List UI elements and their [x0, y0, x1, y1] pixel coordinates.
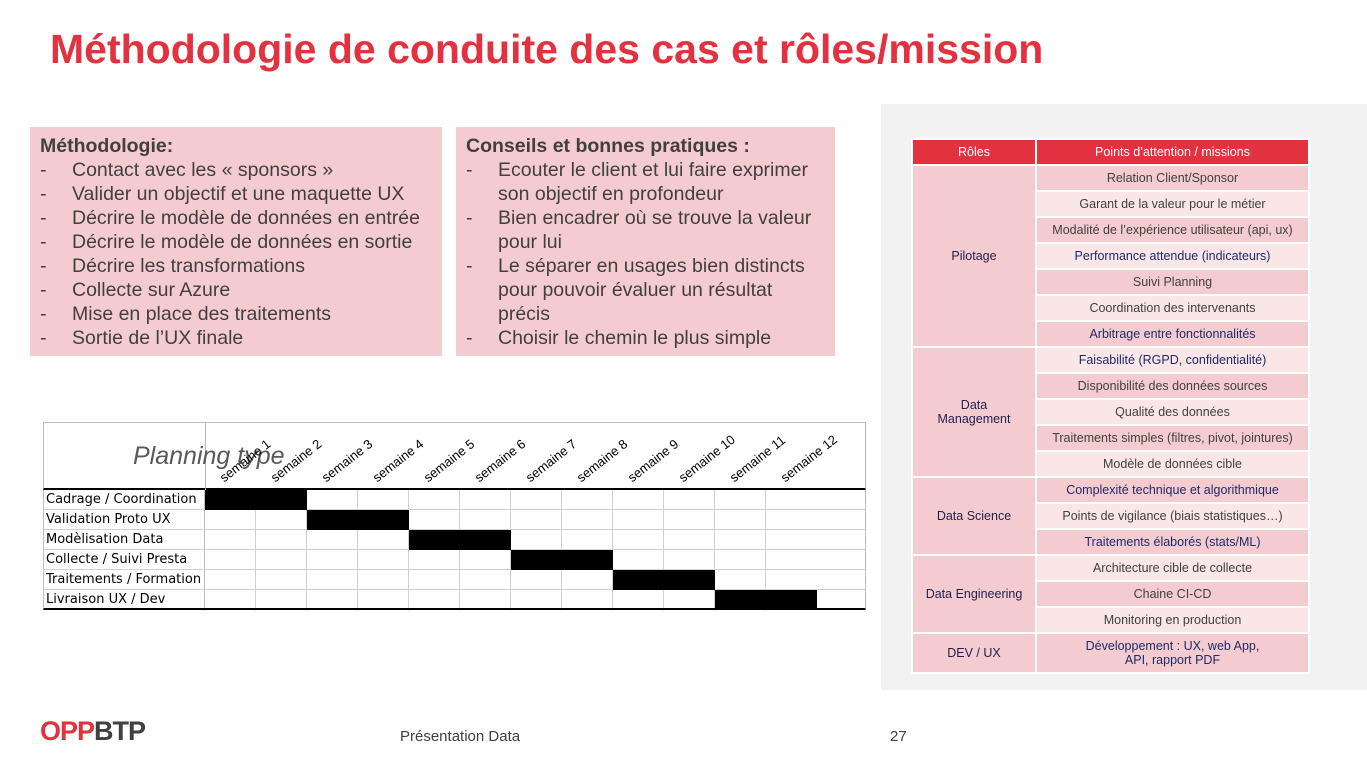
- task-label: Livraison UX / Dev: [46, 592, 166, 607]
- list-item: Valider un objectif et une maquette UX: [40, 182, 432, 206]
- task-label: Traitements / Formation: [46, 572, 202, 587]
- list-item: Collecte sur Azure: [40, 278, 432, 302]
- planning-gantt: Planning type semaine 1 semaine 2 semaine …: [43, 422, 866, 612]
- conseils-list: Ecouter le client et lui faire exprimer …: [466, 158, 825, 350]
- mission-cell: Faisabilité (RGPD, confidentialité): [1035, 346, 1310, 374]
- task-bar: [511, 550, 613, 570]
- task-label: Validation Proto UX: [46, 512, 171, 527]
- header-missions: Points d’attention / missions: [1035, 138, 1310, 166]
- table-row: Data Engineering Architecture cible de co…: [911, 554, 1310, 634]
- page-number: 27: [890, 728, 907, 745]
- methodologie-list: Contact avec les « sponsors » Valider un…: [40, 158, 432, 350]
- slide-title: Méthodologie de conduite des cas et rôle…: [50, 26, 1044, 72]
- table-row: DEV / UX Développement : UX, web App, API…: [911, 632, 1310, 674]
- list-item: Ecouter le client et lui faire exprimer …: [466, 158, 825, 206]
- mission-cell: Modalité de l’expérience utilisateur (ap…: [1035, 216, 1310, 244]
- footer-text: Présentation Data: [400, 728, 521, 745]
- mission-cell: Qualité des données: [1035, 398, 1310, 426]
- table-row: Validation Proto UX: [43, 510, 866, 530]
- mission-cell: Disponibilité des données sources: [1035, 372, 1310, 400]
- list-item: Contact avec les « sponsors »: [40, 158, 432, 182]
- role-cell: DEV / UX: [911, 632, 1037, 674]
- roles-table: Rôles Points d’attention / missions Pilo…: [911, 138, 1310, 674]
- task-bar: [613, 570, 715, 590]
- list-item: Le séparer en usages bien distincts pour…: [466, 254, 825, 326]
- opp-btp-logo: OPPBTP: [40, 716, 146, 747]
- task-label: Collecte / Suivi Presta: [46, 552, 188, 567]
- list-item: Décrire le modèle de données en entrée: [40, 206, 432, 230]
- table-row: Data Science Complexité technique et algo…: [911, 476, 1310, 556]
- methodologie-box: Méthodologie: Contact avec les « sponsor…: [30, 127, 442, 356]
- mission-cell: Garant de la valeur pour le métier: [1035, 190, 1310, 218]
- task-label: Cadrage / Coordination: [46, 492, 197, 507]
- mission-cell: Traitements simples (filtres, pivot, joi…: [1035, 424, 1310, 452]
- conseils-title: Conseils et bonnes pratiques :: [466, 135, 750, 157]
- mission-cell: Monitoring en production: [1035, 606, 1310, 634]
- list-item: Bien encadrer où se trouve la valeur pou…: [466, 206, 825, 254]
- logo-part-opp: OPP: [40, 716, 95, 746]
- table-row: Cadrage / Coordination: [43, 490, 866, 510]
- mission-cell: Architecture cible de collecte: [1035, 554, 1310, 582]
- role-cell: Data Management: [911, 346, 1037, 478]
- table-row: Pilotage Relation Client/Sponsor: [911, 164, 1310, 348]
- table-row: Data Management Faisabilité (RGPD, confid…: [911, 346, 1310, 478]
- table-row: Traitements / Formation: [43, 570, 866, 590]
- task-bar: [715, 590, 817, 610]
- mission-cell: Complexité technique et algorithmique: [1035, 476, 1310, 504]
- list-item: Décrire le modèle de données en sortie: [40, 230, 432, 254]
- table-row: Collecte / Suivi Presta: [43, 550, 866, 570]
- mission-cell: Coordination des intervenants: [1035, 294, 1310, 322]
- mission-cell: Développement : UX, web App, API, rappor…: [1035, 632, 1310, 674]
- mission-cell: Performance attendue (indicateurs): [1035, 242, 1310, 270]
- task-bar: [409, 530, 511, 550]
- mission-cell: Modèle de données cible: [1035, 450, 1310, 478]
- mission-cell: Points de vigilance (biais statistiques……: [1035, 502, 1310, 530]
- list-item: Décrire les transformations: [40, 254, 432, 278]
- methodologie-title: Méthodologie:: [40, 135, 174, 157]
- task-label: Modèlisation Data: [46, 532, 164, 547]
- conseils-box: Conseils et bonnes pratiques : Ecouter l…: [456, 127, 835, 356]
- header-roles: Rôles: [911, 138, 1037, 166]
- role-cell: Pilotage: [911, 164, 1037, 348]
- task-bar: [307, 510, 409, 530]
- list-item: Mise en place des traitements: [40, 302, 432, 326]
- mission-cell: Chaine CI-CD: [1035, 580, 1310, 608]
- table-row: Livraison UX / Dev: [43, 590, 866, 610]
- logo-part-btp: BTP: [94, 716, 146, 746]
- list-item: Sortie de l’UX finale: [40, 326, 432, 350]
- mission-cell: Traitements élaborés (stats/ML): [1035, 528, 1310, 556]
- mission-cell: Suivi Planning: [1035, 268, 1310, 296]
- task-bar: [205, 490, 307, 510]
- table-row: Modèlisation Data: [43, 530, 866, 550]
- list-item: Choisir le chemin le plus simple: [466, 326, 825, 350]
- role-cell: Data Engineering: [911, 554, 1037, 634]
- mission-cell: Arbitrage entre fonctionnalités: [1035, 320, 1310, 348]
- role-cell: Data Science: [911, 476, 1037, 556]
- mission-cell: Relation Client/Sponsor: [1035, 164, 1310, 192]
